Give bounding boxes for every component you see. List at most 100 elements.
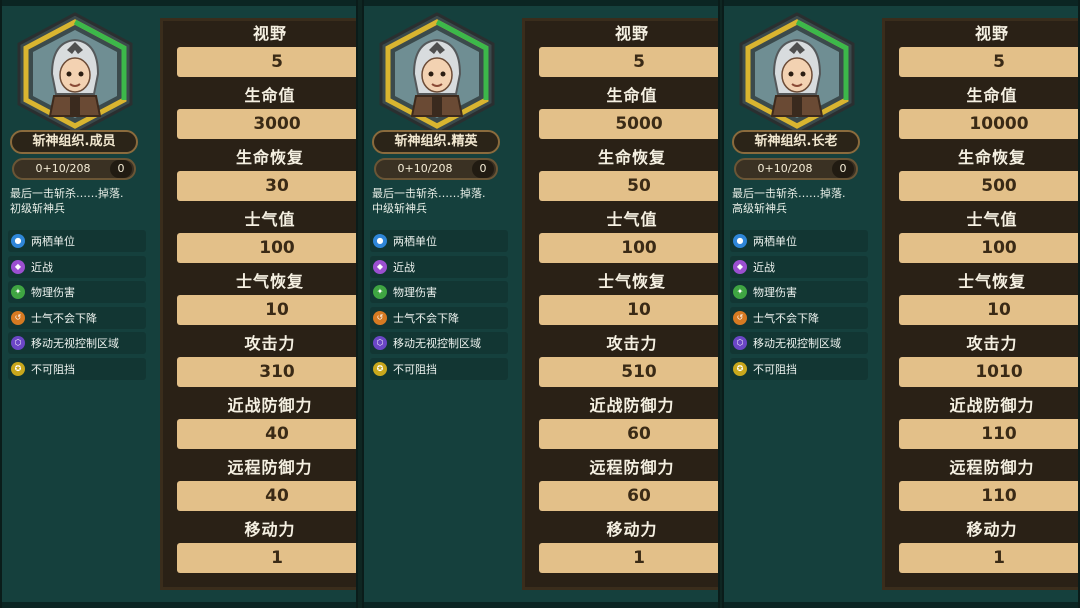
stats-list[interactable]: 视野 5 生命值 3000 生命恢复 30 士气值 100 士气恢复 10 攻击力 310 近战防御力 4… (160, 18, 356, 590)
stat-label: 攻击力 (966, 334, 1018, 353)
unit-name: 斩神组织.长老 (732, 130, 860, 154)
stat-label: 移动力 (244, 520, 296, 539)
trait-item[interactable]: ⬡ 移动无视控制区域 (8, 332, 146, 355)
stat-value: 10 (177, 295, 356, 325)
stat-value: 110 (899, 481, 1078, 511)
stat-label: 士气恢复 (957, 272, 1026, 291)
trait-item[interactable]: ✪ 不可阻挡 (8, 357, 146, 380)
trait-label: 物理伤害 (753, 286, 797, 300)
stat-label: 移动力 (966, 520, 1018, 539)
stat-label: 生命恢复 (597, 148, 666, 167)
stat-value: 10 (899, 295, 1078, 325)
trait-item[interactable]: ✦ 物理伤害 (730, 281, 868, 304)
stat-value: 5 (177, 47, 356, 77)
stat-value: 3000 (177, 109, 356, 139)
trait-label: 两栖单位 (31, 235, 75, 248)
trait-list: ● 两栖单位 ◆ 近战 ✦ 物理伤害 ↺ 士气不会下降 ⬡ 移动无视控制区域 ✪ 不可阻挡 (8, 230, 146, 384)
unstoppable-icon: ✪ (11, 361, 25, 376)
trait-label: 士气不会下降 (753, 311, 819, 325)
trait-item[interactable]: ✪ 不可阻挡 (730, 357, 868, 380)
stat-label: 士气值 (966, 210, 1018, 229)
stat-label: 士气恢复 (235, 272, 304, 291)
trait-label: 士气不会下降 (393, 311, 459, 325)
trait-label: 移动无视控制区域 (393, 337, 481, 351)
unit-portrait-art (739, 12, 855, 136)
trait-item[interactable]: ↺ 士气不会下降 (370, 306, 508, 329)
trait-item[interactable]: ● 两栖单位 (730, 230, 868, 252)
trait-item[interactable]: ✦ 物理伤害 (370, 281, 508, 304)
stat-value: 1010 (899, 357, 1078, 387)
stat-value: 510 (539, 357, 718, 387)
stat-value: 310 (177, 357, 356, 387)
trait-item[interactable]: ↺ 士气不会下降 (8, 306, 146, 329)
stat-value: 1 (899, 543, 1078, 573)
stat-label: 士气值 (606, 210, 658, 229)
melee-icon: ◆ (11, 259, 25, 274)
unit-description: 最后一击斩杀……掉落. 高级斩神兵 (732, 187, 846, 215)
trait-item[interactable]: ⬡ 移动无视控制区域 (370, 332, 508, 355)
stat-value: 500 (899, 171, 1078, 201)
stat-label: 生命值 (606, 86, 658, 105)
unit-portrait-art (379, 12, 495, 136)
stat-label: 视野 (974, 24, 1009, 43)
stat-value: 110 (899, 419, 1078, 449)
stat-label: 远程防御力 (949, 458, 1035, 477)
stat-value: 60 (539, 419, 718, 449)
trait-label: 近战 (753, 260, 775, 274)
trait-item[interactable]: ✦ 物理伤害 (8, 281, 146, 304)
stat-value: 100 (899, 233, 1078, 263)
stat-value: 5 (899, 47, 1078, 77)
experience-text: 0+10/208 (35, 162, 91, 175)
unit-portrait[interactable] (374, 12, 500, 136)
trait-label: 物理伤害 (31, 286, 75, 300)
unit-name: 斩神组织.精英 (372, 130, 500, 154)
unit-description: 最后一击斩杀……掉落. 中级斩神兵 (372, 187, 486, 215)
stat-label: 生命值 (966, 86, 1018, 105)
trait-label: 不可阻挡 (31, 362, 75, 376)
stats-list[interactable]: 视野 5 生命值 10000 生命恢复 500 士气值 100 士气恢复 10 攻击力 1010 近战防… (882, 18, 1078, 590)
stats-list[interactable]: 视野 5 生命值 5000 生命恢复 50 士气值 100 士气恢复 10 攻击力 510 近战防御力 6… (522, 18, 718, 590)
stat-value: 10 (539, 295, 718, 325)
trait-label: 不可阻挡 (753, 362, 797, 376)
stat-value: 100 (539, 233, 718, 263)
stat-value: 1 (177, 543, 356, 573)
experience-bar: 0+10/208 0 (734, 158, 858, 180)
trait-label: 物理伤害 (393, 286, 437, 300)
trait-item[interactable]: ● 两栖单位 (370, 230, 508, 252)
stat-label: 移动力 (606, 520, 658, 539)
unit-portrait[interactable] (734, 12, 860, 136)
trait-item[interactable]: ✪ 不可阻挡 (370, 357, 508, 380)
experience-bar: 0+10/208 0 (12, 158, 136, 180)
unit-panel: 斩神组织.成员 0+10/208 0 最后一击斩杀……掉落. 初级斩神兵 ● 两栖单位 ◆ 近… (0, 0, 358, 608)
morale-icon: ↺ (11, 310, 25, 325)
morale-icon: ↺ (733, 310, 747, 325)
experience-text: 0+10/208 (757, 162, 813, 175)
stat-label: 近战防御力 (589, 396, 675, 415)
ignore-control-icon: ⬡ (11, 336, 25, 351)
physical-damage-icon: ✦ (733, 285, 747, 300)
unit-level: 0 (110, 160, 132, 178)
morale-icon: ↺ (373, 310, 387, 325)
stat-label: 远程防御力 (227, 458, 313, 477)
physical-damage-icon: ✦ (373, 285, 387, 300)
trait-item[interactable]: ◆ 近战 (8, 255, 146, 278)
stat-value: 30 (177, 171, 356, 201)
stat-label: 生命恢复 (957, 148, 1026, 167)
trait-item[interactable]: ◆ 近战 (730, 255, 868, 278)
unit-portrait[interactable] (12, 12, 138, 136)
stat-label: 视野 (252, 24, 287, 43)
stat-value: 60 (539, 481, 718, 511)
stat-label: 近战防御力 (227, 396, 313, 415)
unit-panel: 斩神组织.精英 0+10/208 0 最后一击斩杀……掉落. 中级斩神兵 ● 两栖单位 ◆ 近… (362, 0, 720, 608)
stat-value: 100 (177, 233, 356, 263)
trait-label: 移动无视控制区域 (31, 337, 119, 351)
stat-value: 5 (539, 47, 718, 77)
stat-label: 士气恢复 (597, 272, 666, 291)
trait-item[interactable]: ● 两栖单位 (8, 230, 146, 252)
trait-label: 士气不会下降 (31, 311, 97, 325)
stat-value: 10000 (899, 109, 1078, 139)
trait-item[interactable]: ↺ 士气不会下降 (730, 306, 868, 329)
trait-item[interactable]: ◆ 近战 (370, 255, 508, 278)
trait-label: 两栖单位 (753, 235, 797, 248)
trait-item[interactable]: ⬡ 移动无视控制区域 (730, 332, 868, 355)
